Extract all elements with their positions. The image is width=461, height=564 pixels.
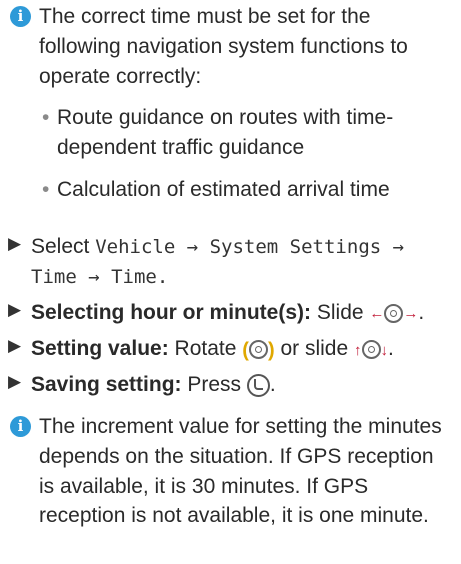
step-action-or: or slide (280, 336, 349, 360)
info-note-increment: i The increment value for setting the mi… (8, 412, 453, 531)
controller-press-icon (246, 374, 270, 398)
list-item: • Calculation of estimated arrival time (8, 175, 453, 205)
step-label: Selecting hour or minute(s): (31, 300, 312, 324)
info-icon: i (10, 6, 31, 27)
list-item: • Route guidance on routes with time-dep… (8, 103, 453, 163)
step-action: Press (187, 373, 242, 397)
info-note-time-required: i The correct time must be set for the f… (8, 2, 453, 217)
step-select-prefix: Select (31, 235, 90, 258)
step-label: Setting value: (31, 336, 169, 360)
step-arrow-icon: ▶ (8, 372, 22, 392)
info-note-text: The correct time must be set for the fol… (39, 5, 408, 88)
instruction-steps: ▶ Select Vehicle → System Settings → Tim… (8, 232, 453, 406)
list-item-text: Route guidance on routes with time-depen… (57, 106, 394, 160)
step-arrow-icon: ▶ (8, 299, 22, 319)
bullet-icon: • (42, 178, 50, 202)
info-note-text: The increment value for setting the minu… (39, 415, 442, 528)
function-list: • Route guidance on routes with time-dep… (8, 103, 453, 204)
bullet-icon: • (42, 106, 50, 130)
controller-slide-up-down-icon: ↑ ↓ (354, 340, 388, 360)
controller-slide-left-right-icon: ← → (369, 304, 419, 324)
step-action: Rotate (174, 336, 237, 360)
step-select-menu: ▶ Select Vehicle → System Settings → Tim… (8, 232, 453, 292)
step-arrow-icon: ▶ (8, 335, 22, 355)
step-save: ▶ Saving setting: Press . (8, 372, 276, 398)
info-icon: i (10, 416, 31, 437)
controller-rotate-icon: () (242, 338, 275, 361)
step-label: Saving setting: (31, 373, 182, 397)
step-select-hour-minute: ▶ Selecting hour or minute(s): Slide ← → … (8, 298, 453, 328)
list-item-text: Calculation of estimated arrival time (57, 178, 390, 202)
step-arrow-icon: ▶ (8, 234, 22, 253)
step-setting-value: ▶ Setting value: Rotate () or slide ↑ ↓ . (8, 334, 453, 364)
step-action: Slide (316, 300, 364, 324)
